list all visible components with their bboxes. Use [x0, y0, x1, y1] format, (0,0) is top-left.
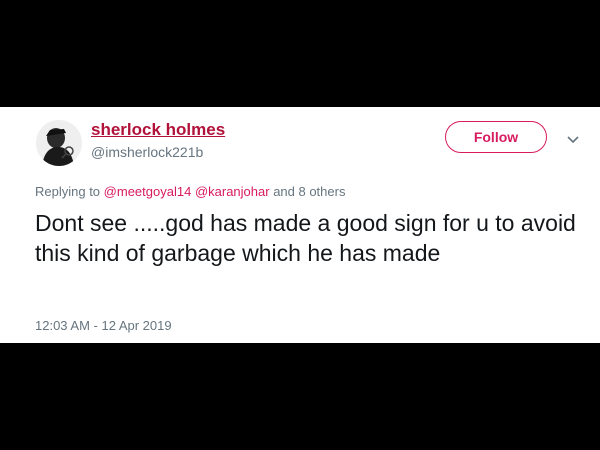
replying-to-prefix: Replying to: [35, 184, 101, 199]
tweet-timestamp[interactable]: 12:03 AM - 12 Apr 2019: [35, 318, 172, 333]
chevron-down-icon[interactable]: [566, 135, 580, 145]
mention-link[interactable]: @karanjohar: [195, 184, 270, 199]
replying-to: Replying to @meetgoyal14 @karanjohar and…: [35, 184, 345, 199]
replying-to-suffix[interactable]: and 8 others: [273, 184, 345, 199]
tweet-text: Dont see .....god has made a good sign f…: [35, 210, 576, 266]
mention-link[interactable]: @meetgoyal14: [104, 184, 192, 199]
avatar-image: [36, 120, 82, 166]
follow-button[interactable]: Follow: [445, 121, 547, 153]
avatar[interactable]: [36, 120, 82, 166]
user-handle[interactable]: @imsherlock221b: [91, 144, 203, 160]
display-name[interactable]: sherlock holmes: [91, 120, 225, 140]
